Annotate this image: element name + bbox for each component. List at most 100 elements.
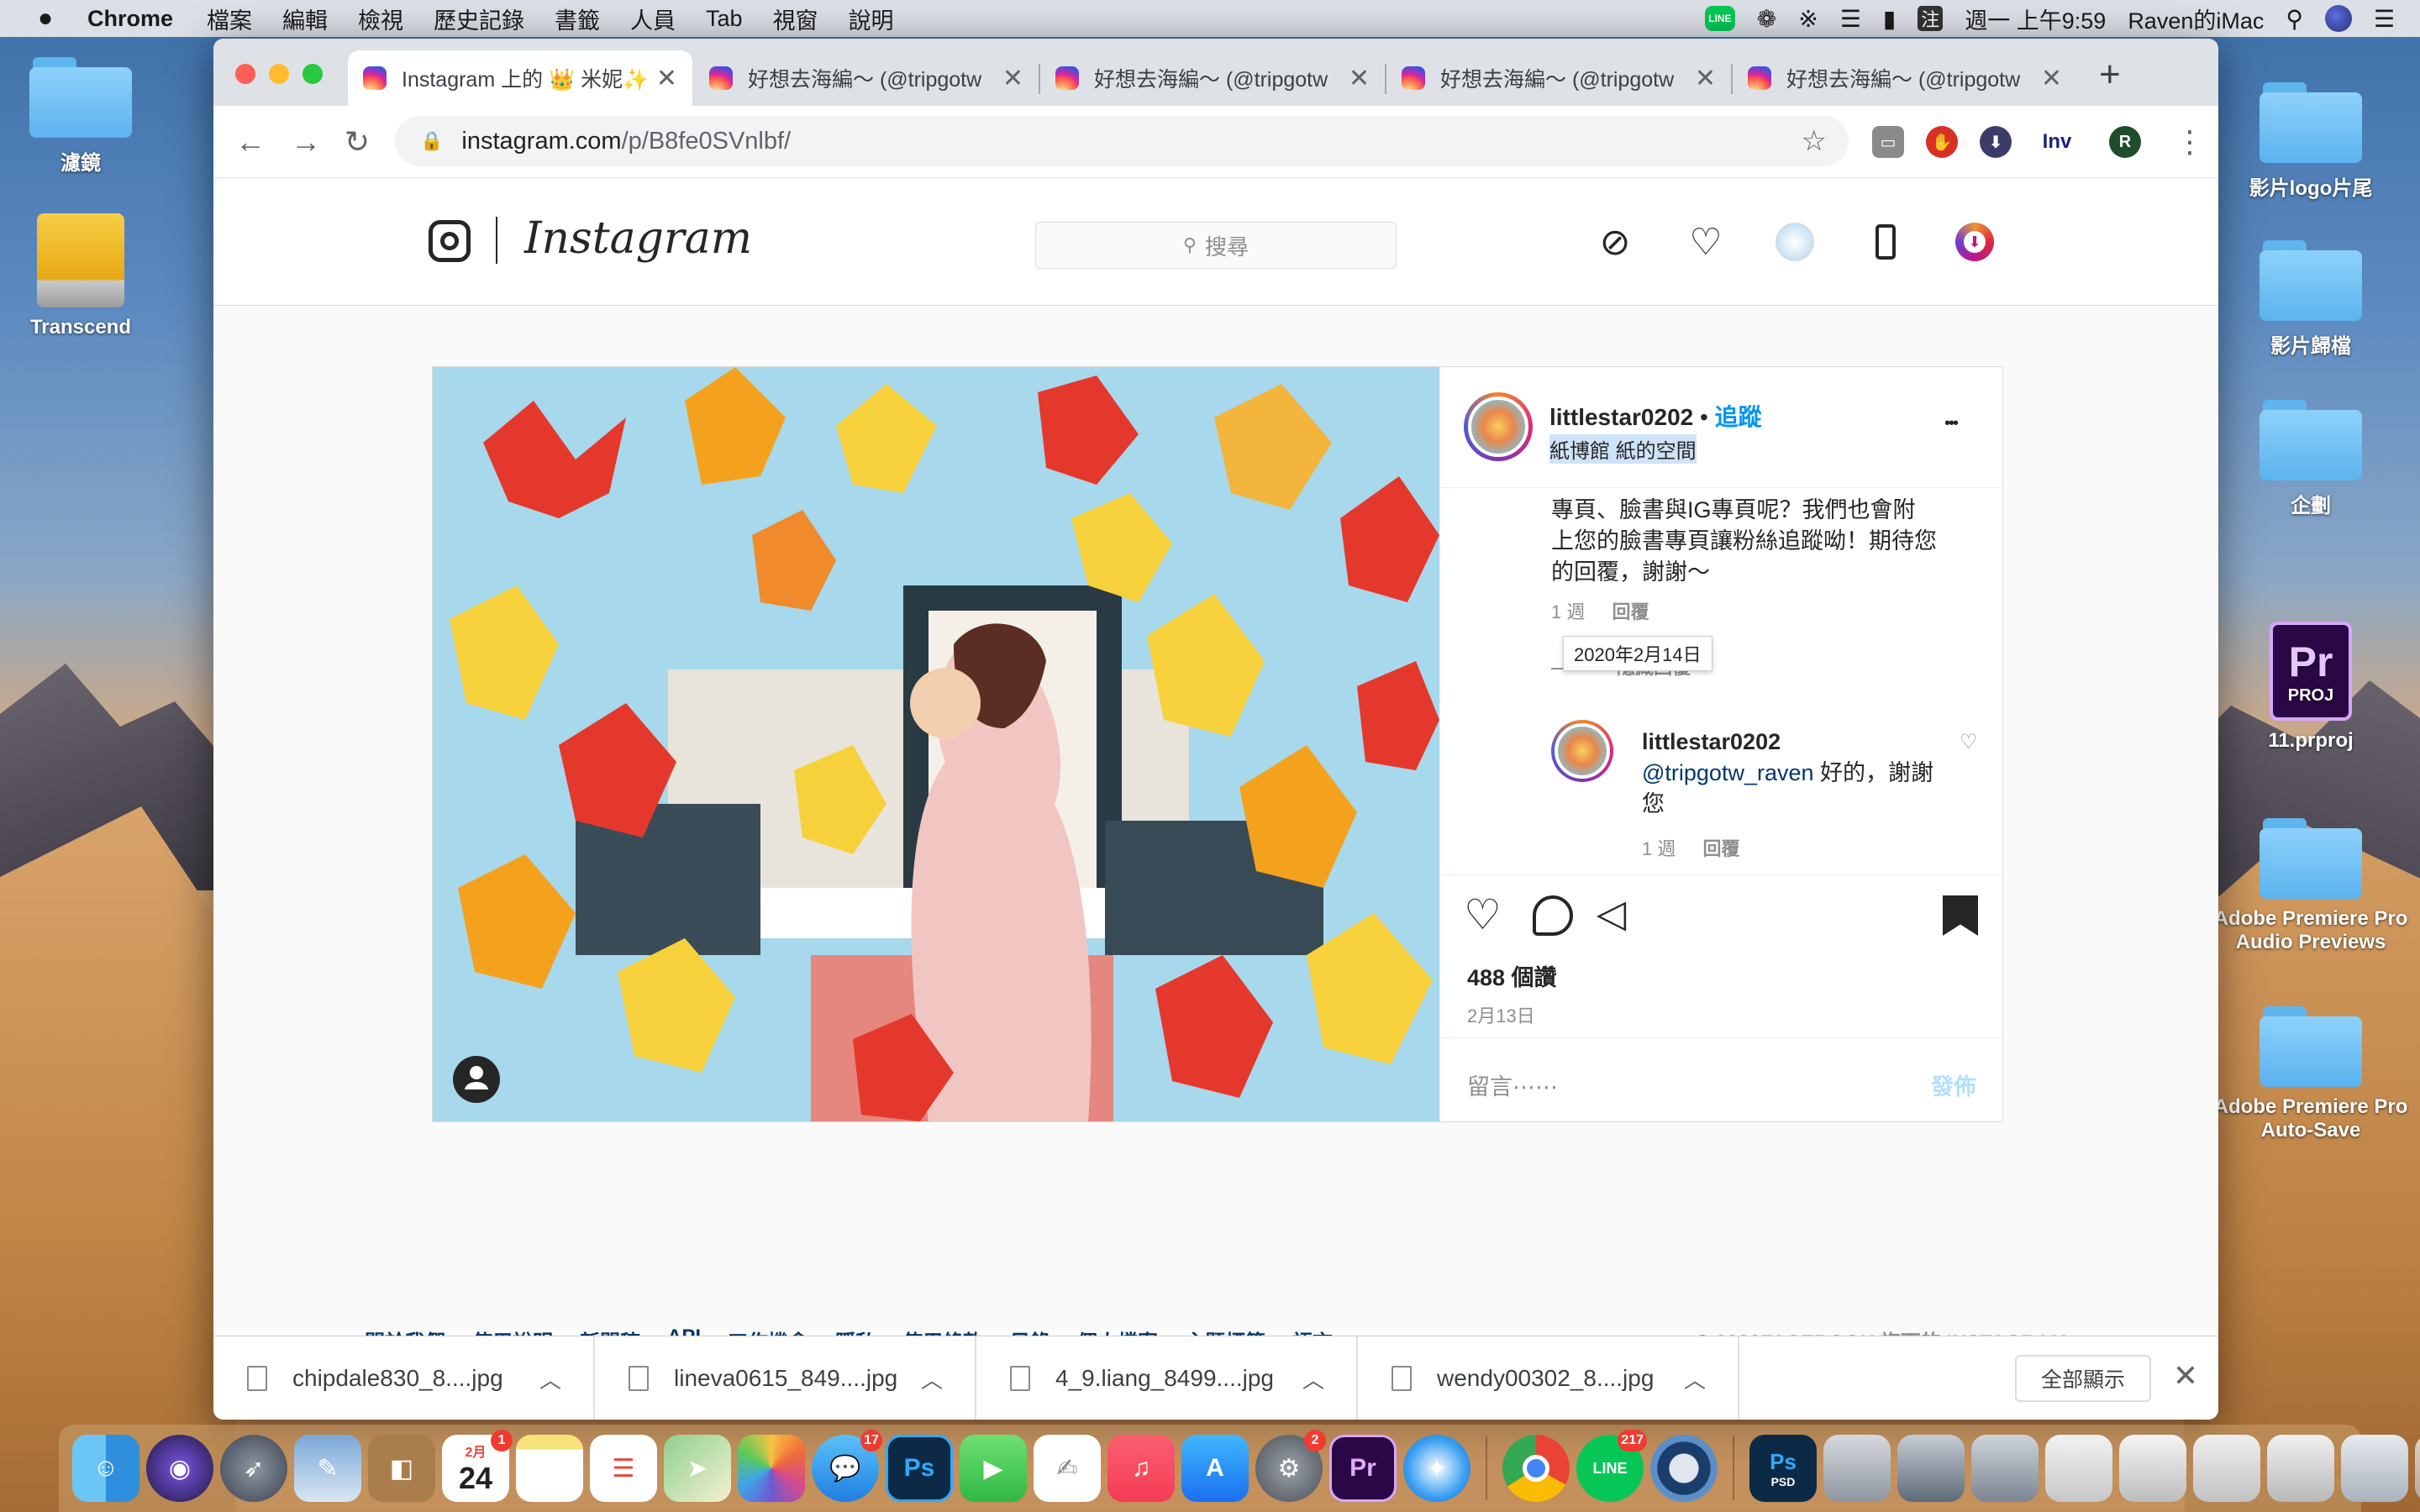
reply-reply-button[interactable]: 回覆 — [1702, 838, 1739, 859]
back-button[interactable]: ← — [235, 124, 266, 160]
reply-mention[interactable]: @tripgotw_raven — [1642, 760, 1814, 785]
siri-icon[interactable]: ◉ — [146, 1435, 213, 1502]
window-thumbnail-5[interactable] — [2119, 1435, 2186, 1502]
tab-close-icon[interactable]: ✕ — [1002, 64, 1023, 93]
more-options-icon[interactable]: ••• — [1944, 414, 1959, 433]
window-zoom-button[interactable] — [302, 64, 323, 84]
comment-like-heart-icon[interactable]: ♡ — [1960, 730, 1978, 754]
profile-thumbnail[interactable] — [1773, 220, 1817, 264]
photos-icon[interactable] — [738, 1435, 805, 1502]
textedit-icon[interactable]: ✍ — [1034, 1435, 1101, 1502]
inv-extension-icon[interactable]: Inv — [2033, 126, 2081, 158]
tab-tripgotw-1[interactable]: 好想去海編～ (@tripgotw ✕ — [694, 50, 1039, 106]
tab-close-icon[interactable]: ✕ — [1695, 64, 1716, 93]
desktop-folder-video-logo[interactable]: 影片logo片尾 — [2235, 82, 2386, 201]
reply-avatar[interactable] — [1551, 720, 1613, 782]
downloader-badge-icon[interactable]: ⬇ — [1953, 220, 1996, 264]
bookmark-star-icon[interactable]: ☆ — [1802, 124, 1827, 158]
chevron-up-icon[interactable]: ︿ — [1684, 1363, 1706, 1394]
tab-close-icon[interactable]: ✕ — [2041, 64, 2062, 93]
notification-center-icon[interactable]: ☰ — [2374, 5, 2395, 33]
finder-icon[interactable]: ☺ — [72, 1435, 139, 1502]
window-thumbnail-8[interactable] — [2341, 1435, 2408, 1502]
menu-file[interactable]: 檔案 — [207, 3, 252, 35]
download-item[interactable]: wendy00302_8....jpg ︿ — [1358, 1336, 1739, 1420]
chrome-menu-icon[interactable]: ⋮ — [2175, 124, 2205, 160]
desktop-drive-transcend[interactable]: Transcend — [5, 213, 156, 339]
menu-people[interactable]: 人員 — [630, 3, 676, 35]
post-photo[interactable] — [433, 367, 1439, 1121]
window-thumbnail-3[interactable] — [1971, 1435, 2039, 1502]
show-all-downloads-button[interactable]: 全部顯示 — [2015, 1355, 2151, 1402]
reply-username[interactable]: littlestar0202 — [1642, 727, 1944, 758]
input-method-icon[interactable]: 注 — [1918, 6, 1944, 31]
siri-icon[interactable] — [2324, 5, 2352, 32]
desktop-folder-filters[interactable]: 濾鏡 — [5, 57, 156, 176]
saved-bookmark-icon[interactable] — [1943, 895, 1978, 936]
chrome-icon[interactable] — [1502, 1435, 1570, 1502]
desktop-file-prproj[interactable]: Pr PROJ 11.prproj — [2235, 622, 2386, 753]
tab-instagram-active[interactable]: Instagram 上的 👑 米妮✨ ✕ — [348, 50, 692, 106]
profile-avatar[interactable]: R — [2109, 126, 2141, 158]
desktop-folder-audio-previews[interactable]: Adobe Premiere Pro Audio Previews — [2210, 818, 2412, 954]
quicktime-icon[interactable] — [1650, 1435, 1718, 1502]
bluetooth-icon[interactable]: ※ — [1798, 5, 1818, 33]
menu-help[interactable]: 說明 — [849, 3, 894, 35]
calendar-icon[interactable]: 2月 24 1 — [442, 1430, 513, 1502]
line-extension-icon[interactable]: ▭ — [1872, 126, 1904, 158]
follow-button[interactable]: 追蹤 — [1715, 404, 1762, 430]
music-icon[interactable]: ♫ — [1107, 1435, 1175, 1502]
wifi-icon[interactable]: ☰ — [1840, 5, 1861, 33]
comment-time[interactable]: 1 週 — [1551, 601, 1585, 622]
safari-compass-icon[interactable]: ✦ — [1403, 1435, 1470, 1502]
desktop-folder-auto-save[interactable]: Adobe Premiere Pro Auto-Save — [2210, 1006, 2412, 1142]
trash-icon[interactable]: 🗑 — [2415, 1435, 2420, 1502]
contacts-icon[interactable]: ◧ — [368, 1435, 435, 1502]
desktop-folder-planning[interactable]: 企劃 — [2235, 400, 2386, 518]
share-paper-plane-icon[interactable]: ◁ — [1597, 890, 1626, 936]
post-date[interactable]: 2月13日 — [1467, 1001, 1535, 1028]
comment-bubble-icon[interactable] — [1533, 895, 1573, 936]
tab-close-icon[interactable]: ✕ — [1349, 64, 1370, 93]
photoshop-icon[interactable]: Ps — [886, 1435, 953, 1502]
facetime-icon[interactable]: ▶ — [960, 1435, 1027, 1502]
apple-menu-icon[interactable]: ● — [20, 4, 71, 33]
forward-button[interactable]: → — [291, 124, 321, 160]
address-bar[interactable]: 🔒 instagram.com /p/B8fe0SVnlbf/ ☆ — [395, 116, 1849, 166]
window-thumbnail-4[interactable] — [2045, 1435, 2112, 1502]
menu-user[interactable]: Raven的iMac — [2128, 3, 2264, 35]
chevron-up-icon[interactable]: ︿ — [539, 1363, 561, 1394]
tab-tripgotw-3[interactable]: 好想去海編～ (@tripgotw ✕ — [1386, 50, 1731, 106]
close-downloads-icon[interactable]: ✕ — [2173, 1358, 2198, 1394]
download-item[interactable]: lineva0615_849....jpg ︿ — [595, 1336, 976, 1420]
author-avatar[interactable] — [1464, 392, 1533, 461]
download-item[interactable]: 4_9.liang_8499....jpg ︿ — [976, 1336, 1358, 1420]
reload-button[interactable]: ↻ — [345, 124, 370, 160]
menu-clock[interactable]: 週一 上午9:59 — [1965, 3, 2106, 35]
instagram-camera-logo-icon[interactable] — [429, 220, 471, 262]
app-store-icon[interactable]: A — [1181, 1435, 1249, 1502]
chevron-up-icon[interactable]: ︿ — [921, 1363, 943, 1394]
new-tab-button[interactable]: + — [2099, 54, 2121, 96]
search-input[interactable]: ⚲ 搜尋 — [1035, 222, 1397, 269]
menu-window[interactable]: 視窗 — [773, 3, 818, 35]
explore-compass-icon[interactable]: ⊘ — [1593, 220, 1637, 264]
chevron-up-icon[interactable]: ︿ — [1302, 1363, 1324, 1394]
creative-cloud-icon[interactable]: ❁ — [1757, 5, 1776, 33]
tab-tripgotw-4[interactable]: 好想去海編～ (@tripgotw ✕ — [1733, 50, 2077, 106]
preview-icon[interactable]: ✎ — [294, 1435, 361, 1502]
maps-icon[interactable]: ➤ — [664, 1435, 731, 1502]
notes-icon[interactable] — [516, 1435, 583, 1502]
reminders-icon[interactable]: ☰ — [590, 1435, 657, 1502]
author-username[interactable]: littlestar0202 — [1549, 404, 1693, 430]
reply-time[interactable]: 1 週 — [1642, 838, 1676, 859]
post-comment-button[interactable]: 發佈 — [1931, 1068, 1976, 1101]
adblock-extension-icon[interactable]: ✋ — [1926, 126, 1958, 158]
battery-icon[interactable]: ▮ — [1883, 5, 1896, 33]
window-thumbnail-7[interactable] — [2267, 1435, 2334, 1502]
like-count[interactable]: 488 個讚 — [1467, 959, 1557, 992]
launchpad-rocket-icon[interactable]: ➶ — [220, 1435, 287, 1502]
window-thumbnail-2[interactable] — [1897, 1435, 1965, 1502]
window-thumbnail-1[interactable] — [1823, 1435, 1891, 1502]
window-close-button[interactable] — [235, 64, 255, 84]
